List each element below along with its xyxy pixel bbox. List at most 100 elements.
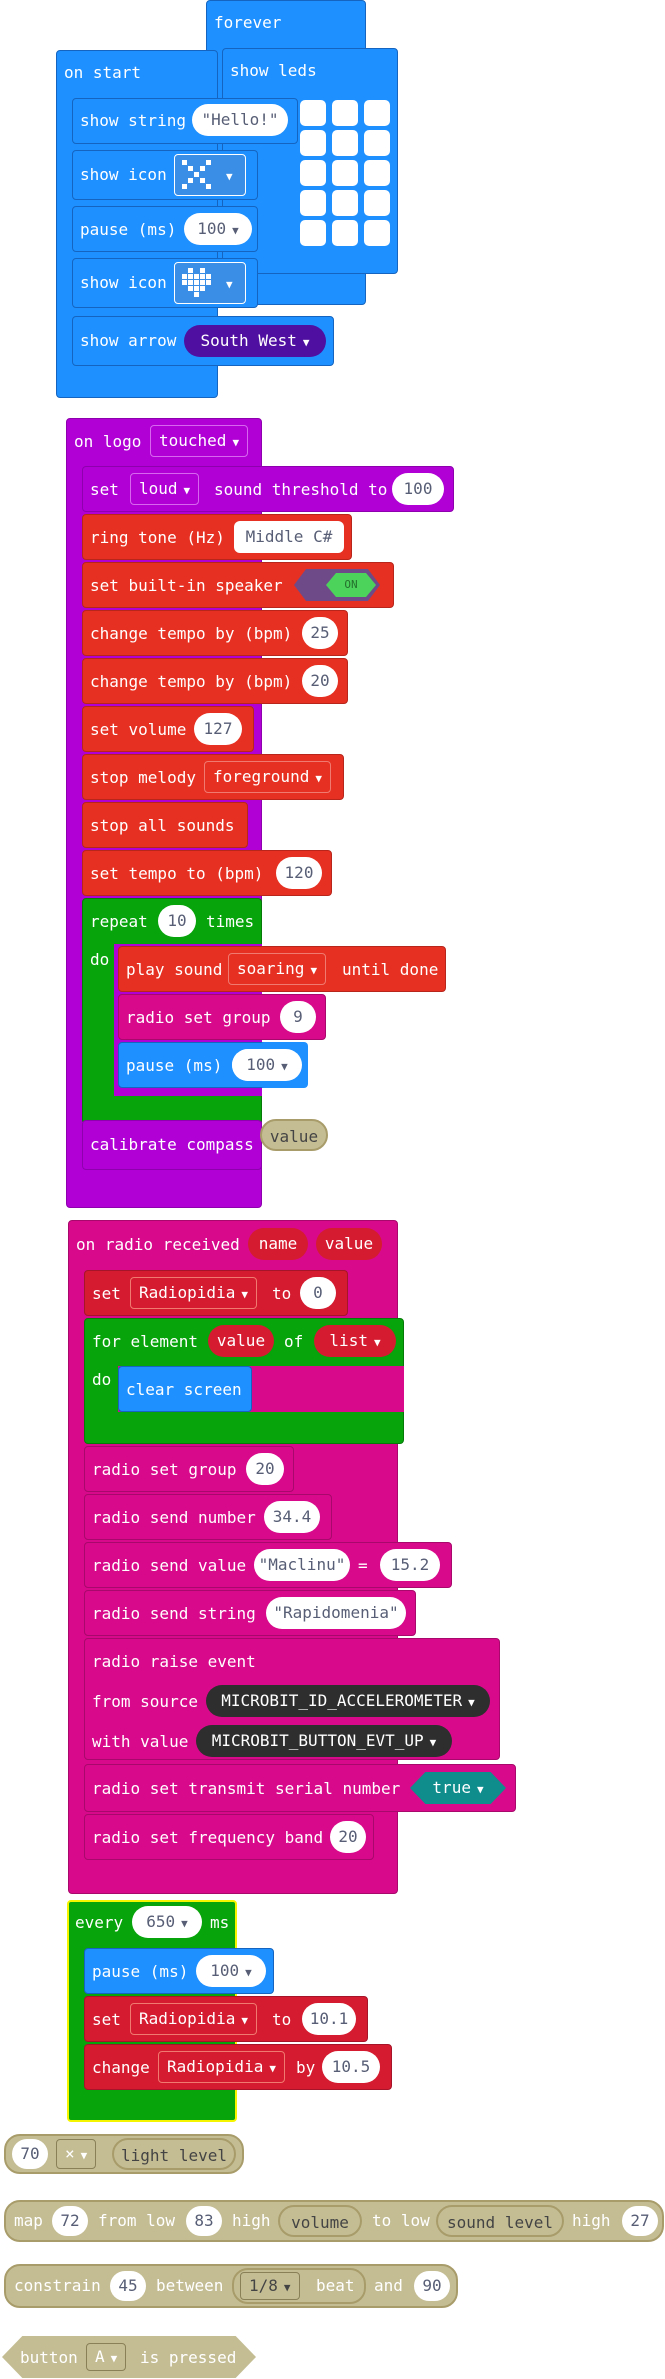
and-value[interactable]: 90 bbox=[414, 2271, 450, 2301]
until-done-label: until done bbox=[342, 960, 439, 979]
play-sound-dropdown[interactable]: soaring ▼ bbox=[228, 953, 327, 985]
every-change-var[interactable]: Radiopidia ▼ bbox=[158, 2051, 285, 2083]
ring-tone-input[interactable]: Middle C# bbox=[234, 521, 344, 553]
chevron-down-icon: ▼ bbox=[302, 336, 310, 349]
with-value-label: with value bbox=[92, 1732, 189, 1751]
map-label: map bbox=[14, 2211, 43, 2230]
beat-dropdown[interactable]: 1/8 ▼ bbox=[240, 2272, 300, 2300]
floating-value-reporter[interactable]: value bbox=[260, 1119, 328, 1151]
chevron-down-icon: ▼ bbox=[283, 2281, 291, 2294]
constrain-label: constrain bbox=[14, 2276, 101, 2295]
arrow-dropdown[interactable]: South West ▼ bbox=[184, 325, 326, 357]
from-source-dropdown[interactable]: MICROBIT_ID_ACCELEROMETER ▼ bbox=[206, 1685, 490, 1717]
light-level-reporter[interactable]: light level bbox=[112, 2138, 236, 2170]
threshold-input[interactable]: 100 bbox=[392, 473, 444, 505]
every-pause-input[interactable]: 100 ▼ bbox=[196, 1955, 266, 1987]
logo-event-dropdown[interactable]: touched ▼ bbox=[150, 425, 249, 457]
pressed-label: is pressed bbox=[140, 2348, 237, 2367]
stop-melody-value: foreground bbox=[213, 767, 310, 786]
set-volume-label: set volume bbox=[90, 720, 187, 739]
radio-group-label: radio set group bbox=[126, 1008, 271, 1027]
chevron-down-icon: ▼ bbox=[241, 2014, 248, 2027]
from-low-label: from low bbox=[98, 2211, 176, 2230]
serial-label: radio set transmit serial number bbox=[92, 1779, 401, 1798]
group-input[interactable]: 20 bbox=[246, 1453, 284, 1485]
to-low-label: to low bbox=[372, 2211, 430, 2230]
repeat-input[interactable]: 10 bbox=[158, 905, 196, 937]
band-input[interactable]: 20 bbox=[330, 1821, 366, 1853]
on-radio-label: on radio received bbox=[76, 1235, 240, 1254]
for-list[interactable]: list ▼ bbox=[314, 1325, 396, 1357]
send-string-input[interactable]: "Rapidomenia" bbox=[266, 1597, 406, 1629]
play-sound-value: soaring bbox=[237, 959, 305, 978]
multiply-op[interactable]: × ▼ bbox=[56, 2139, 97, 2169]
send-value-eq: = bbox=[358, 1556, 368, 1575]
chevron-down-icon: ▼ bbox=[80, 2149, 88, 2162]
set-var-value: Radiopidia bbox=[139, 1283, 236, 1302]
chevron-down-icon: ▼ bbox=[241, 1288, 248, 1301]
every-set-label: set bbox=[92, 2010, 121, 2029]
every-set-var[interactable]: Radiopidia ▼ bbox=[130, 2003, 257, 2035]
every-change-by: by bbox=[296, 2058, 316, 2077]
param-name[interactable]: name bbox=[248, 1228, 308, 1260]
from-source-label: from source bbox=[92, 1692, 198, 1711]
for-label: for element bbox=[92, 1332, 198, 1351]
every-change-input[interactable]: 10.5 bbox=[322, 2051, 380, 2083]
multiply-op-value: × bbox=[65, 2144, 75, 2163]
for-list-value: list bbox=[329, 1331, 368, 1350]
chevron-down-icon: ▼ bbox=[226, 170, 233, 183]
set-volume-input[interactable]: 127 bbox=[194, 713, 242, 745]
every-change-var-value: Radiopidia bbox=[167, 2057, 264, 2076]
map-value[interactable]: 72 bbox=[52, 2206, 88, 2236]
send-value-label: radio send value bbox=[92, 1556, 247, 1575]
volume-reporter[interactable]: volume bbox=[278, 2205, 362, 2237]
send-value-name-input[interactable]: "Maclinu" bbox=[254, 1549, 350, 1581]
button-label: button bbox=[20, 2348, 78, 2367]
chevron-down-icon: ▼ bbox=[181, 1917, 188, 1930]
send-number-input[interactable]: 34.4 bbox=[264, 1501, 320, 1533]
set-tempo-input[interactable]: 120 bbox=[276, 857, 322, 889]
sound-level-reporter[interactable]: sound level bbox=[436, 2205, 564, 2237]
stop-melody-dropdown[interactable]: foreground ▼ bbox=[204, 761, 331, 793]
inner-pause-value: 100 bbox=[246, 1055, 276, 1074]
chevron-down-icon: ▼ bbox=[269, 2062, 276, 2075]
of-label: of bbox=[284, 1332, 304, 1351]
for-var[interactable]: value bbox=[208, 1325, 274, 1357]
for-do-label: do bbox=[92, 1370, 112, 1389]
on-logo-label: on logo bbox=[74, 432, 142, 451]
serial-dropdown[interactable]: true ▼ bbox=[410, 1772, 506, 1804]
every-interval[interactable]: 650 ▼ bbox=[132, 1906, 202, 1938]
chevron-down-icon: ▼ bbox=[110, 2352, 118, 2365]
speaker-toggle-on: ON bbox=[326, 573, 376, 597]
button-dropdown[interactable]: A ▼ bbox=[86, 2343, 127, 2371]
multiply-left[interactable]: 70 bbox=[12, 2139, 48, 2169]
inner-pause-input-front[interactable]: 100 ▼ bbox=[232, 1049, 302, 1081]
show-leds-label: show leds bbox=[230, 61, 317, 80]
constrain-value[interactable]: 45 bbox=[110, 2271, 146, 2301]
high2-value[interactable]: 27 bbox=[622, 2206, 658, 2236]
every-interval-value: 650 bbox=[146, 1912, 176, 1931]
radio-group-input[interactable]: 9 bbox=[280, 1001, 316, 1033]
show-icon2-label: show icon bbox=[80, 273, 167, 292]
raise-event-label: radio raise event bbox=[92, 1652, 256, 1671]
send-string-label: radio send string bbox=[92, 1604, 256, 1623]
pause-input[interactable]: 100 ▼ bbox=[184, 213, 252, 245]
show-string-input[interactable]: "Hello!" bbox=[192, 104, 288, 136]
with-value-value: MICROBIT_BUTTON_EVT_UP bbox=[211, 1731, 424, 1750]
set-var-dropdown[interactable]: Radiopidia ▼ bbox=[130, 1277, 257, 1309]
band-label: radio set frequency band bbox=[92, 1828, 324, 1847]
set-var-input[interactable]: 0 bbox=[300, 1277, 336, 1309]
loud-dropdown[interactable]: loud ▼ bbox=[130, 473, 200, 505]
from-low-value[interactable]: 83 bbox=[186, 2206, 222, 2236]
chevron-down-icon: ▼ bbox=[315, 772, 322, 785]
with-value-dropdown[interactable]: MICROBIT_BUTTON_EVT_UP ▼ bbox=[196, 1725, 452, 1757]
change-tempo1-input[interactable]: 25 bbox=[302, 617, 338, 649]
param-value[interactable]: value bbox=[316, 1228, 382, 1260]
chevron-down-icon: ▼ bbox=[373, 1336, 381, 1349]
send-value-input[interactable]: 15.2 bbox=[380, 1549, 440, 1581]
repeat-label: repeat bbox=[90, 912, 148, 931]
change-tempo2-input[interactable]: 20 bbox=[302, 665, 338, 697]
between-label: between bbox=[156, 2276, 224, 2295]
every-change-label: change bbox=[92, 2058, 150, 2077]
every-set-input[interactable]: 10.1 bbox=[302, 2003, 356, 2035]
